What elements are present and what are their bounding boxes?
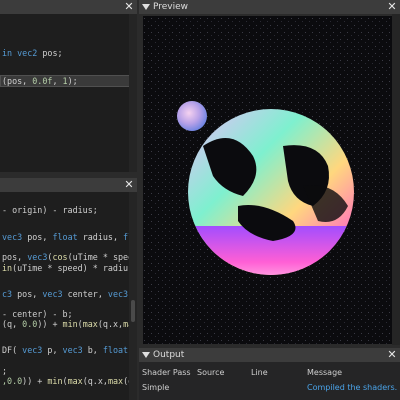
code-token: ,0.0 xyxy=(2,376,23,386)
code-token: (q.x, xyxy=(82,376,108,386)
code-token: vec3 xyxy=(42,289,63,299)
code-token: vec3 xyxy=(107,289,129,299)
code-token: pos, xyxy=(22,232,53,242)
code-token: pos, xyxy=(12,289,43,299)
code-token: 0.0f xyxy=(32,76,53,86)
code-line: in vec2 pos; xyxy=(2,46,63,60)
code-token: p, xyxy=(42,345,63,355)
bottom-editor-scrollbar[interactable] xyxy=(129,192,137,400)
preview-close-button[interactable]: ✕ xyxy=(386,0,398,14)
code-token: b, xyxy=(82,345,103,355)
code-token: radius, xyxy=(77,232,124,242)
code-token: (pos, xyxy=(2,76,33,86)
preview-title: Preview xyxy=(153,2,189,12)
code-token: min xyxy=(62,319,78,329)
preview-titlebar: Preview ✕ xyxy=(139,0,400,14)
small-sphere xyxy=(177,101,207,131)
collapse-arrow-icon[interactable] xyxy=(142,352,150,358)
code-token: ); xyxy=(67,76,78,86)
collapse-arrow-icon[interactable] xyxy=(142,4,150,10)
bottom-code-editor[interactable]: ✕ - origin) - radius; vec3 pos, float ra… xyxy=(0,178,137,400)
output-titlebar: Output ✕ xyxy=(139,348,400,362)
code-token: (uTime * speed) * radius, xyxy=(12,263,137,273)
top-code-editor[interactable]: ✕ in vec2 pos; (pos, 0.0f, 1); xyxy=(0,0,137,172)
code-token: , xyxy=(52,76,63,86)
code-token: (q, xyxy=(2,319,23,329)
code-token: center, xyxy=(62,289,108,299)
code-token: max xyxy=(67,376,83,386)
code-line: DF( vec3 p, vec3 b, float r ) xyxy=(2,343,137,357)
output-close-button[interactable]: ✕ xyxy=(386,348,398,362)
code-token: float xyxy=(102,345,129,355)
scroll-thumb[interactable] xyxy=(131,300,135,322)
code-token: vec3 xyxy=(62,345,83,355)
column-header-shader-pass[interactable]: Shader Pass xyxy=(142,368,191,377)
column-header-message[interactable]: Message xyxy=(307,368,342,377)
top-code-area[interactable]: in vec2 pos; (pos, 0.0f, 1); xyxy=(0,0,129,172)
shader-render xyxy=(143,16,400,344)
code-line: c3 pos, vec3 center, vec3 b) xyxy=(2,287,137,301)
code-token: min xyxy=(47,376,63,386)
code-token: (q.x, xyxy=(97,319,124,329)
column-header-source[interactable]: Source xyxy=(197,368,224,377)
code-token: 0.0 xyxy=(22,319,38,329)
code-token: max xyxy=(107,376,124,386)
preview-scroll-strip[interactable] xyxy=(392,14,400,345)
code-token: )) + xyxy=(22,376,48,386)
row-shader-pass: Simple xyxy=(142,383,170,392)
code-line: in(uTime * speed) * radius, 0 xyxy=(2,261,137,275)
code-line: (pos, 0.0f, 1); xyxy=(2,74,78,88)
output-title: Output xyxy=(153,350,185,360)
code-token: c3 xyxy=(2,289,13,299)
shader-preview-canvas[interactable] xyxy=(143,16,400,344)
top-editor-scrollbar[interactable] xyxy=(129,14,137,172)
column-header-line[interactable]: Line xyxy=(251,368,268,377)
output-panel: Output ✕ Shader Pass Source Line Message… xyxy=(139,348,400,400)
code-token: pos; xyxy=(37,48,63,58)
code-token: vec3 xyxy=(2,232,23,242)
code-token: vec2 xyxy=(17,48,38,58)
code-token: max xyxy=(82,319,98,329)
code-token: - origin) - radius; xyxy=(2,205,98,215)
code-line: (q, 0.0)) + min(max(q.x,max(q.y xyxy=(2,317,137,331)
code-token: vec3 xyxy=(17,345,43,355)
code-line: ,0.0)) + min(max(q.x,max(q.y, xyxy=(2,374,137,388)
row-message: Compiled the shaders. xyxy=(307,383,398,392)
code-token: in xyxy=(2,48,13,58)
code-line: vec3 pos, float radius, float xyxy=(2,230,137,244)
code-token: in xyxy=(2,263,13,273)
bottom-code-area[interactable]: - origin) - radius; vec3 pos, float radi… xyxy=(0,178,137,400)
code-token: float xyxy=(52,232,78,242)
code-line: - origin) - radius; xyxy=(2,203,98,217)
code-token: )) + xyxy=(37,319,63,329)
preview-panel: Preview ✕ xyxy=(139,0,400,345)
code-token: DF( xyxy=(2,345,18,355)
